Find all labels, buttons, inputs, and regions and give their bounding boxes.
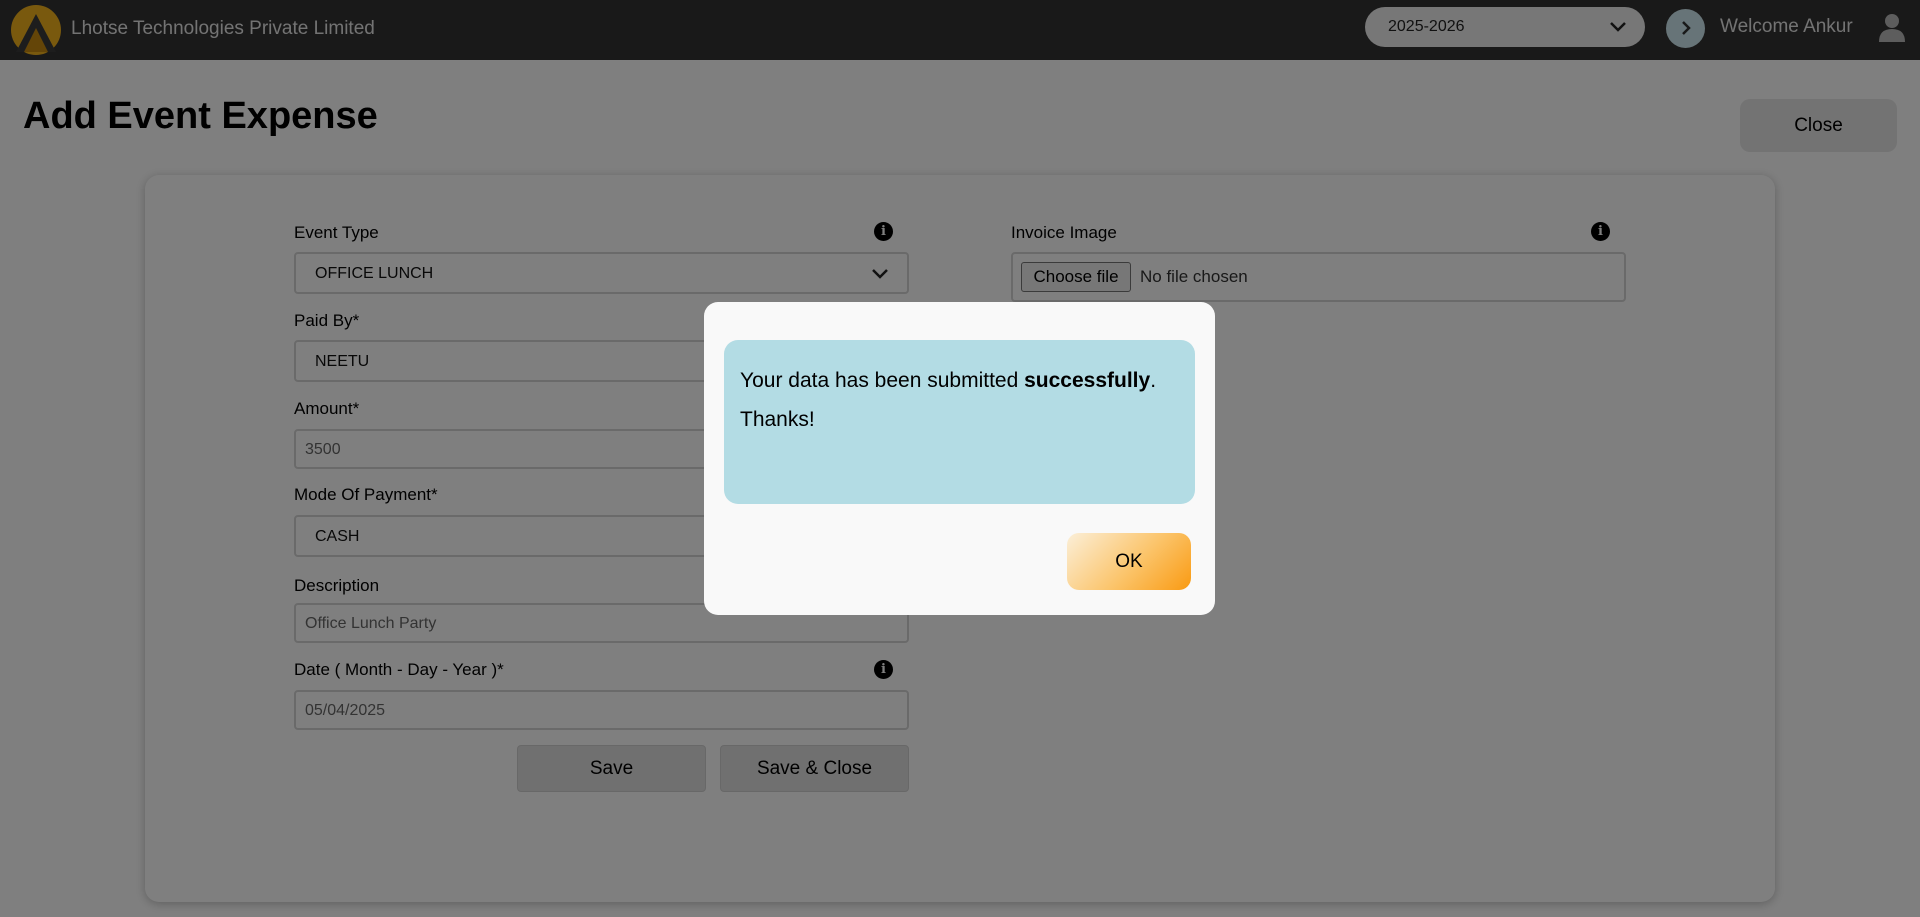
success-message: Your data has been submitted successfull… [740, 369, 1157, 392]
success-dialog: Your data has been submitted successfull… [704, 302, 1215, 615]
success-alert: Your data has been submitted successfull… [724, 340, 1195, 504]
thanks-text: Thanks! [740, 408, 815, 431]
ok-button[interactable]: OK [1067, 533, 1191, 590]
